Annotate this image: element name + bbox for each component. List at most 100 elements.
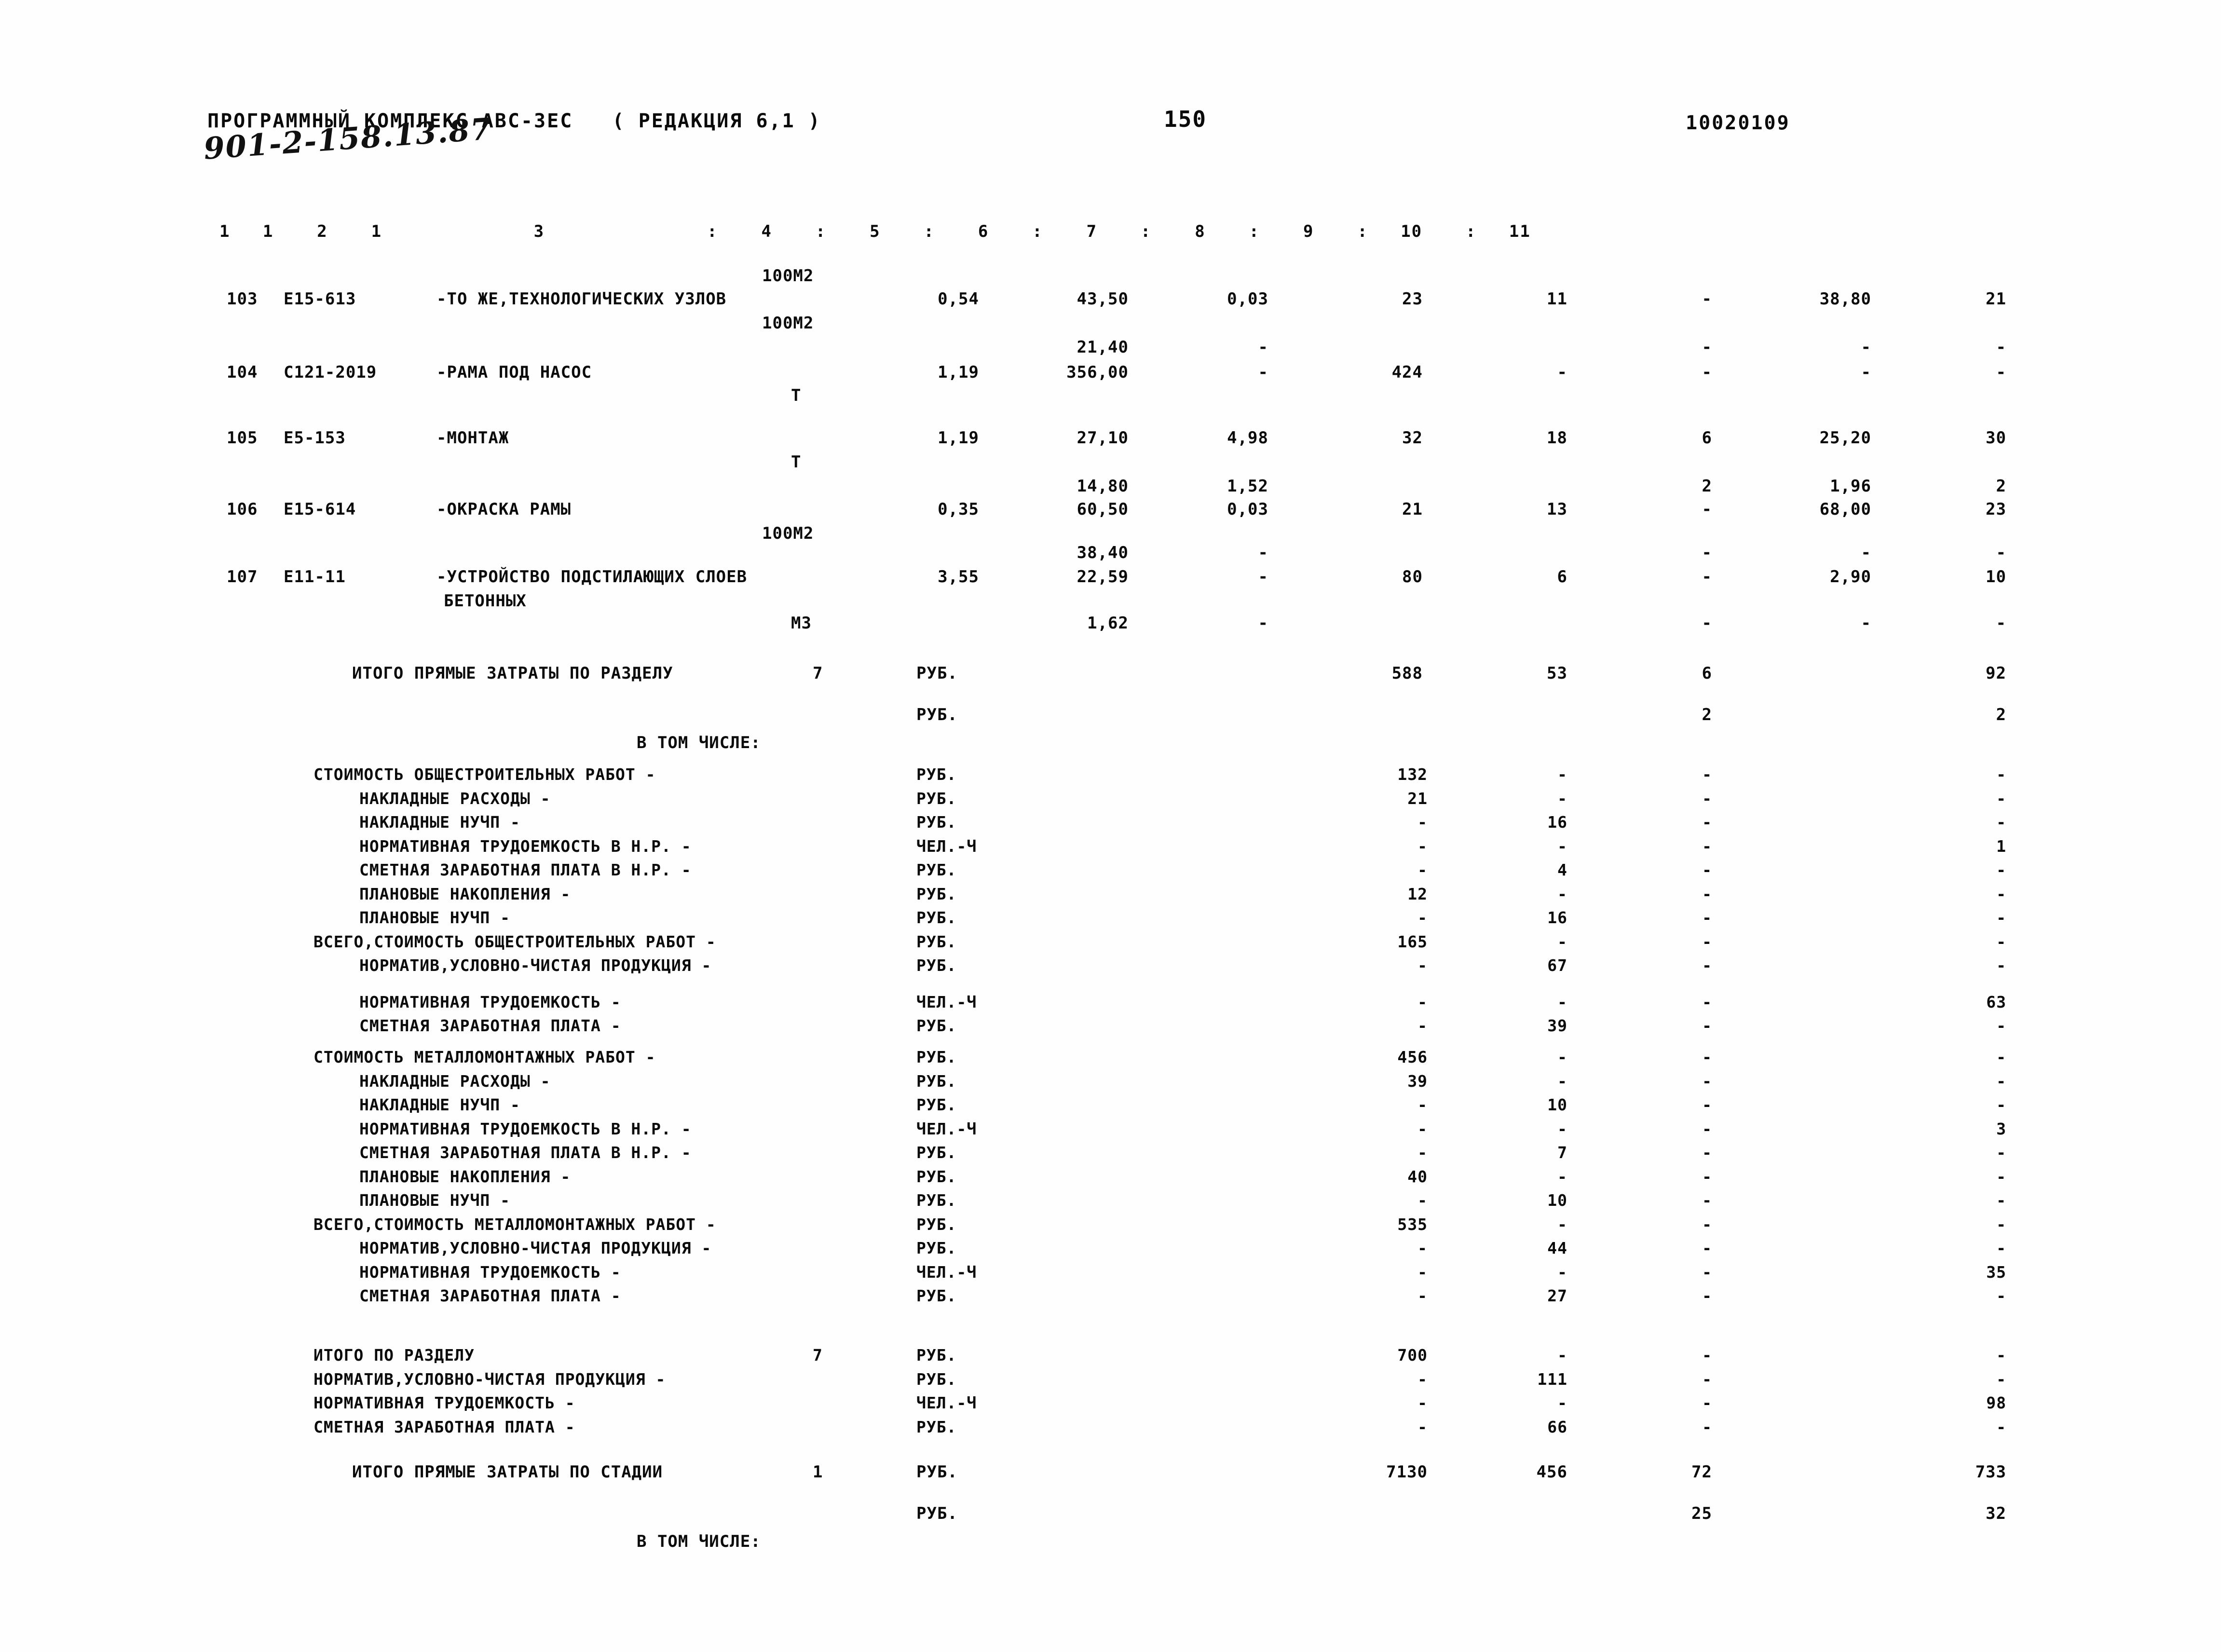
row-col8: - bbox=[1557, 1071, 1567, 1091]
col9-value: - bbox=[1702, 363, 1712, 382]
row-col8: 16 bbox=[1547, 813, 1567, 832]
row-col7: - bbox=[1417, 1191, 1428, 1210]
separator-top: ........................................… bbox=[206, 202, 2020, 206]
col6-value: - bbox=[1258, 363, 1268, 382]
col4-value: 1,19 bbox=[938, 363, 979, 382]
unit-top: 100М2 bbox=[762, 266, 814, 286]
row-col11: - bbox=[1996, 1143, 2006, 1162]
row-col11: - bbox=[1996, 1071, 2006, 1091]
row-col9: - bbox=[1702, 1262, 1712, 1282]
grand-total-label: ИТОГО ПРЯМЫЕ ЗАТРАТЫ ПО СТАДИИ bbox=[352, 1462, 663, 1482]
row-label: НОРМАТИВНАЯ ТРУДОЕМКОСТЬ В Н.Р. - bbox=[359, 1119, 692, 1138]
col6-value: 0,03 bbox=[1227, 289, 1268, 309]
row-col9: - bbox=[1702, 932, 1712, 951]
in-which-label: В ТОМ ЧИСЛЕ: bbox=[637, 733, 761, 752]
separator-section-total: ........................................… bbox=[338, 641, 2016, 645]
row-col11: - bbox=[1996, 1346, 2006, 1365]
col7-value: 23 bbox=[1402, 289, 1423, 309]
row-col9: - bbox=[1702, 1191, 1712, 1210]
section-total-unit2: РУБ. bbox=[916, 705, 958, 724]
row-col8: - bbox=[1557, 789, 1567, 808]
row-underline-c5: ............... bbox=[1022, 535, 1138, 540]
row-col9: - bbox=[1702, 908, 1712, 927]
row-col7: - bbox=[1417, 1016, 1428, 1035]
col11-value: 23 bbox=[1986, 500, 2006, 519]
row-col8: - bbox=[1557, 836, 1567, 856]
row-col7: 132 bbox=[1397, 765, 1428, 784]
col6-value-extra: - bbox=[1258, 614, 1268, 633]
row-label: СМЕТНАЯ ЗАРАБОТНАЯ ПЛАТА В Н.Р. - bbox=[359, 1143, 692, 1162]
row-col9: - bbox=[1702, 1215, 1712, 1234]
row-col8: - bbox=[1557, 1262, 1567, 1282]
col7-value: 80 bbox=[1402, 567, 1423, 587]
row-col8: 44 bbox=[1547, 1239, 1567, 1257]
row-unit: РУБ. bbox=[916, 1417, 957, 1436]
col4-value: 0,54 bbox=[938, 289, 979, 309]
row-unit: РУБ. bbox=[916, 1286, 957, 1305]
row-col9: - bbox=[1702, 813, 1712, 832]
grand-total-underline-c9: .............. bbox=[1611, 1489, 1722, 1494]
col5-value-top: 21,40 bbox=[1076, 338, 1129, 357]
row-label: НАКЛАДНЫЕ НУЧП - bbox=[359, 1095, 520, 1114]
col11-value: 21 bbox=[1986, 289, 2006, 309]
row-col8: - bbox=[1557, 932, 1567, 951]
row-col11: - bbox=[1996, 1369, 2006, 1389]
row-col11: - bbox=[1996, 813, 2006, 832]
row-col7: - bbox=[1417, 1095, 1428, 1114]
item-no: 106 bbox=[227, 500, 258, 519]
row-col7: - bbox=[1417, 813, 1428, 832]
row-col9: - bbox=[1702, 1167, 1712, 1186]
row-unit: РУБ. bbox=[916, 1095, 957, 1114]
col8-value: 11 bbox=[1547, 289, 1567, 309]
col10-value: 38,80 bbox=[1819, 289, 1871, 309]
row-underline-c5: ............... bbox=[1022, 464, 1138, 469]
row-unit: РУБ. bbox=[916, 884, 957, 903]
unit-underline: ........ bbox=[916, 684, 974, 689]
col6-value: - bbox=[1258, 567, 1268, 587]
row-label: НОРМАТИВНАЯ ТРУДОЕМКОСТЬ - bbox=[359, 992, 621, 1011]
col10-value: 25,20 bbox=[1819, 428, 1871, 448]
col9-value: - bbox=[1702, 289, 1712, 309]
row-unit: ЧЕЛ.-Ч bbox=[916, 836, 977, 856]
item-no: 103 bbox=[227, 289, 258, 309]
row-col7: - bbox=[1417, 1286, 1428, 1305]
row-underline-c11: ............... bbox=[1895, 400, 2016, 405]
item-no: 107 bbox=[227, 567, 258, 587]
row-col7: - bbox=[1417, 1417, 1428, 1436]
section-total-underline-c11: ............... bbox=[1895, 689, 2016, 694]
section-total-col11-b: 2 bbox=[1996, 705, 2006, 724]
row-col7: - bbox=[1417, 1393, 1428, 1412]
col5-value-top: 14,80 bbox=[1076, 477, 1129, 496]
row-unit: РУБ. bbox=[916, 1016, 957, 1035]
row-col7: - bbox=[1417, 1239, 1428, 1257]
row-col7: 700 bbox=[1397, 1346, 1428, 1365]
row-col9: - bbox=[1702, 1119, 1712, 1138]
row-col7: 12 bbox=[1407, 884, 1428, 903]
row-col8: 111 bbox=[1537, 1369, 1567, 1389]
row-label: СТОИМОСТЬ МЕТАЛЛОМОНТАЖНЫХ РАБОТ - bbox=[313, 1048, 656, 1066]
row-col11: 35 bbox=[1986, 1262, 2006, 1282]
col11-value: 30 bbox=[1986, 428, 2006, 448]
row-col8: 39 bbox=[1547, 1016, 1567, 1035]
row-section-number: 7 bbox=[813, 1346, 823, 1365]
row-col7: - bbox=[1417, 908, 1428, 927]
row-col11: - bbox=[1996, 789, 2006, 808]
row-unit: РУБ. bbox=[916, 932, 957, 951]
col6-value-top: - bbox=[1258, 543, 1268, 562]
row-unit: РУБ. bbox=[916, 1191, 957, 1210]
row-col8: - bbox=[1557, 765, 1567, 784]
unit-bottom: 100М2 bbox=[762, 524, 814, 543]
row-unit: РУБ. bbox=[916, 956, 957, 975]
row-underline-c5: ............... bbox=[1022, 585, 1138, 589]
row-col11: - bbox=[1996, 860, 2006, 879]
col6-value: 4,98 bbox=[1227, 428, 1268, 448]
row-label: СМЕТНАЯ ЗАРАБОТНАЯ ПЛАТА В Н.Р. - bbox=[359, 860, 692, 879]
row-label: НОРМАТИВНАЯ ТРУДОЕМКОСТЬ - bbox=[313, 1393, 575, 1412]
row-label: НАКЛАДНЫЕ РАСХОДЫ - bbox=[359, 789, 551, 808]
item-name: -ТО ЖЕ,ТЕХНОЛОГИЧЕСКИХ УЗЛОВ bbox=[436, 289, 727, 309]
unit-bottom: М3 bbox=[791, 614, 812, 633]
section-total-underline-c9: .............. bbox=[1611, 689, 1722, 694]
row-unit: РУБ. bbox=[916, 1239, 957, 1257]
row-underline-c6: .............. bbox=[1172, 464, 1283, 469]
item-code: Е15-614 bbox=[284, 500, 356, 519]
